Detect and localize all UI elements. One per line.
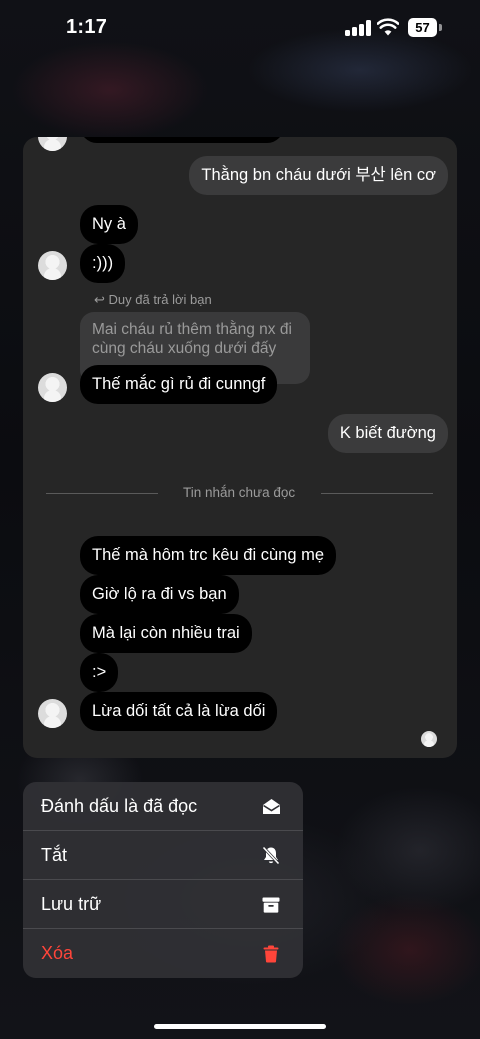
unread-divider-line-right: [321, 493, 433, 494]
context-menu: Đánh dấu là đã đọc Tắt Lưu trữ Xóa: [23, 782, 303, 978]
cellular-signal-icon: [345, 20, 371, 36]
menu-item-label: Lưu trữ: [41, 894, 102, 914]
home-indicator[interactable]: [154, 1024, 326, 1029]
status-bar: 1:17 57: [0, 0, 480, 56]
wifi-icon: [377, 18, 399, 36]
message-bubble-outgoing[interactable]: Thằng bn cháu dưới 부산 lên cơ: [189, 156, 448, 195]
avatar[interactable]: [38, 699, 67, 728]
menu-item-label: Đánh dấu là đã đọc: [41, 796, 198, 816]
reply-arrow-icon: ↩: [94, 292, 109, 307]
reply-label: ↩ Duy đã trả lời bạn: [94, 292, 212, 308]
message-bubble-incoming[interactable]: Mà lại còn nhiều trai: [80, 614, 252, 653]
message-bubble-incoming[interactable]: Giờ lộ ra đi vs bạn: [80, 575, 239, 614]
unread-divider-line-left: [46, 493, 158, 494]
trash-icon: [261, 944, 281, 964]
message-bubble-outgoing[interactable]: K biết đường: [327, 414, 448, 453]
menu-item-archive[interactable]: Lưu trữ: [23, 880, 303, 929]
mute-bell-icon: [261, 846, 281, 866]
menu-item-label: Tắt: [41, 845, 68, 865]
menu-item-mark-read[interactable]: Đánh dấu là đã đọc: [23, 782, 303, 831]
battery-tip: [439, 24, 442, 31]
reply-label-text: Duy đã trả lời bạn: [108, 292, 212, 307]
menu-item-delete[interactable]: Xóa: [23, 929, 303, 978]
message-bubble-incoming[interactable]: :>: [80, 653, 119, 692]
menu-item-mute[interactable]: Tắt: [23, 831, 303, 880]
message-bubble-incoming[interactable]: Lừa dối tất cả là lừa dối: [80, 692, 278, 731]
mark-read-icon: [261, 797, 281, 817]
read-receipt-avatar: [421, 731, 437, 747]
message-bubble-incoming[interactable]: :))): [80, 244, 126, 283]
message-bubble-incoming[interactable]: Thế mà hôm trc kêu đi cùng mẹ: [80, 536, 337, 575]
status-time: 1:17: [66, 16, 108, 38]
message-bubble-incoming[interactable]: Ny à: [80, 205, 138, 244]
message-bubble-reply[interactable]: Thế mắc gì rủ đi cunngf: [80, 365, 278, 404]
chat-preview[interactable]: Thằng bn cháu dưới 부산 lên cơ Ny à :))) ↩…: [23, 137, 457, 758]
menu-item-label: Xóa: [41, 943, 74, 963]
message-bubble-partial: [80, 137, 284, 143]
archive-icon: [261, 895, 281, 915]
avatar[interactable]: [38, 373, 67, 402]
unread-divider-label: Tin nhắn chưa đọc: [183, 485, 296, 500]
avatar[interactable]: [38, 251, 67, 280]
battery-indicator: 57: [408, 18, 437, 37]
avatar: [38, 137, 67, 151]
